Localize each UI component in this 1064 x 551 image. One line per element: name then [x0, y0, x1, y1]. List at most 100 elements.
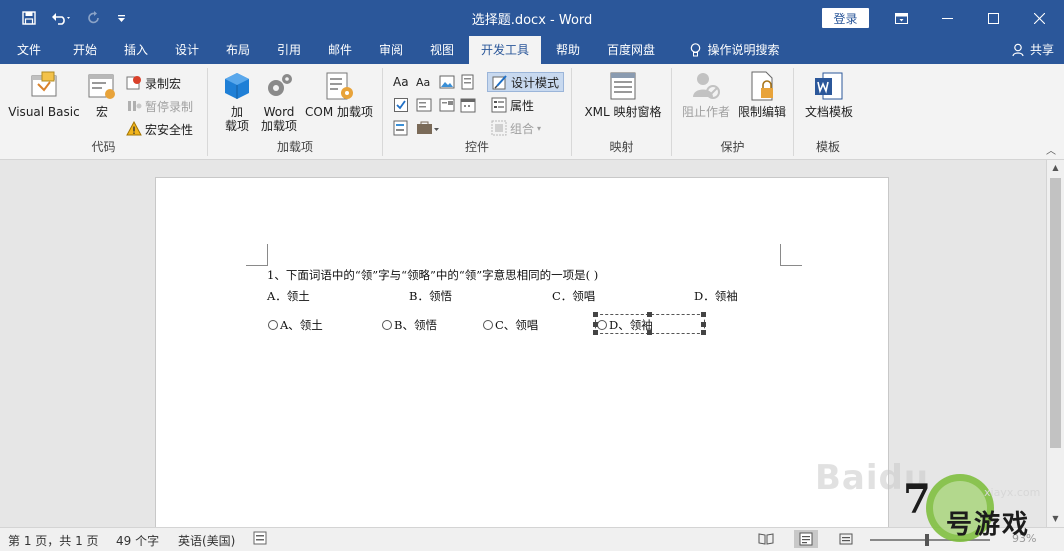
tab-design[interactable]: 设计: [164, 36, 210, 64]
gear-icon: [268, 74, 292, 96]
resize-handle[interactable]: [701, 312, 706, 317]
tab-baidu-netdisk[interactable]: 百度网盘: [598, 36, 664, 64]
block-authors-button[interactable]: 阻止作者: [678, 70, 734, 119]
document-template-button[interactable]: 文档模板: [798, 70, 860, 119]
tab-review[interactable]: 审阅: [368, 36, 414, 64]
picture-control-icon[interactable]: [439, 72, 455, 92]
maximize-icon[interactable]: [970, 0, 1016, 36]
rich-text-control-icon[interactable]: Aa: [393, 72, 409, 92]
group-protect: 阻止作者 限制编辑 保护: [672, 68, 794, 156]
word-count[interactable]: 49 个字: [116, 532, 159, 549]
design-mode-button[interactable]: 设计模式: [487, 72, 565, 92]
properties-label: 属性: [510, 98, 535, 113]
site-url: xiayx.com: [984, 486, 1041, 499]
tab-mailings[interactable]: 邮件: [317, 36, 363, 64]
macro-security-button[interactable]: 宏安全性: [126, 119, 193, 139]
ribbon-display-options-icon[interactable]: [878, 0, 924, 36]
design-mode-label: 设计模式: [511, 75, 560, 90]
pause-recording-label: 暂停录制: [145, 99, 194, 114]
macros-button[interactable]: 宏: [84, 70, 120, 119]
restrict-editing-button[interactable]: 限制编辑: [734, 70, 790, 119]
resize-handle[interactable]: [701, 322, 706, 327]
scroll-thumb[interactable]: [1050, 178, 1061, 448]
undo-icon[interactable]: [48, 8, 76, 28]
resize-handle[interactable]: [593, 322, 598, 327]
print-layout-icon[interactable]: [794, 530, 818, 548]
option-b-text: B．领悟: [409, 289, 452, 303]
save-icon[interactable]: [18, 8, 40, 28]
building-block-control-icon[interactable]: [460, 72, 476, 92]
dropdown-control-icon[interactable]: [439, 95, 455, 115]
radio-circle: [483, 320, 493, 330]
tab-home[interactable]: 开始: [62, 36, 108, 64]
radio-option-a-label: A、领土: [280, 318, 323, 332]
record-macro-label: 录制宏: [145, 76, 182, 91]
repeating-section-control-icon[interactable]: [393, 118, 409, 138]
addins-label-1: 加: [230, 105, 243, 119]
properties-button[interactable]: 属性: [491, 95, 534, 115]
read-mode-icon[interactable]: [754, 530, 778, 548]
tab-insert[interactable]: 插入: [113, 36, 159, 64]
tab-layout[interactable]: 布局: [215, 36, 261, 64]
tab-references[interactable]: 引用: [266, 36, 312, 64]
login-button[interactable]: 登录: [822, 8, 869, 28]
combo-box-control-icon[interactable]: [416, 95, 432, 115]
radio-option-b[interactable]: B、领悟: [382, 317, 437, 333]
resize-handle[interactable]: [593, 312, 598, 317]
radio-option-a[interactable]: A、领土: [268, 317, 323, 333]
document-page[interactable]: 1、下面词语中的“领”字与“领略”中的“领”字意思相同的一项是( ) A．领土 …: [155, 177, 889, 537]
date-picker-control-icon[interactable]: [460, 95, 476, 115]
resize-handle[interactable]: [647, 312, 652, 317]
title-bar: 选择题.docx - Word 登录: [0, 0, 1064, 36]
customize-qat-icon[interactable]: [114, 8, 128, 28]
lightbulb-icon: [691, 42, 701, 56]
resize-handle[interactable]: [647, 330, 652, 335]
xml-mapping-pane-button[interactable]: XML 映射窗格: [580, 70, 666, 119]
tell-me-search[interactable]: 操作说明搜索: [680, 36, 790, 64]
checkbox-control-icon[interactable]: [393, 95, 409, 115]
tab-view[interactable]: 视图: [419, 36, 465, 64]
macro-security-label: 宏安全性: [145, 122, 194, 137]
xml-mapping-label: XML 映射窗格: [584, 105, 662, 119]
plain-text-control-icon[interactable]: Aa: [416, 72, 430, 92]
pause-recording-button[interactable]: 暂停录制: [126, 96, 193, 116]
language[interactable]: 英语(美国): [178, 532, 235, 549]
group-button[interactable]: 组合 ▾: [491, 118, 541, 138]
redo-icon[interactable]: [84, 8, 104, 28]
group-addins-label: 加载项: [276, 140, 313, 154]
word-template-icon: [815, 72, 843, 100]
question-text: 1、下面词语中的“领”字与“领略”中的“领”字意思相同的一项是( ): [267, 268, 599, 282]
addins-button[interactable]: 加 载项: [218, 70, 256, 133]
selected-control-frame[interactable]: [593, 312, 706, 335]
radio-option-c[interactable]: C、领唱: [483, 317, 538, 333]
com-addins-button[interactable]: COM 加载项: [302, 70, 376, 119]
tell-me-label: 操作说明搜索: [707, 43, 780, 57]
word-addins-button[interactable]: Word 加载项: [258, 70, 300, 133]
web-layout-icon[interactable]: [834, 530, 858, 548]
scroll-up-icon[interactable]: ▲: [1047, 160, 1064, 176]
tab-file[interactable]: 文件: [8, 36, 50, 64]
macro-recording-icon[interactable]: [253, 531, 267, 548]
group-icon: [491, 120, 507, 136]
group-addins: 加 载项 Word 加载项 COM 加载项 加载项: [208, 68, 383, 156]
record-macro-button[interactable]: 录制宏: [126, 73, 181, 93]
option-a-text: A．领土: [267, 289, 310, 303]
group-mapping-label: 映射: [609, 140, 634, 154]
group-controls: Aa Aa 设计模式 属性 组合 ▾ 控件: [383, 68, 572, 156]
radio-circle: [382, 320, 392, 330]
share-button[interactable]: 共享: [1012, 36, 1054, 64]
page-count[interactable]: 第 1 页，共 1 页: [8, 532, 99, 549]
tab-help[interactable]: 帮助: [545, 36, 591, 64]
visual-basic-button[interactable]: Visual Basic: [8, 70, 80, 119]
brand-name: 号游戏: [946, 510, 1031, 540]
collapse-ribbon-icon[interactable]: ︿: [1046, 142, 1056, 157]
resize-handle[interactable]: [593, 330, 598, 335]
share-label: 共享: [1029, 43, 1054, 57]
minimize-icon[interactable]: [924, 0, 970, 36]
macros-label: 宏: [95, 105, 108, 119]
tab-developer[interactable]: 开发工具: [469, 36, 541, 64]
ribbon: Visual Basic 宏 录制宏 暂停录制 宏安全性 代码 加 载项 Wor…: [0, 64, 1064, 160]
legacy-tools-icon[interactable]: [416, 118, 440, 138]
close-icon[interactable]: [1016, 0, 1062, 36]
resize-handle[interactable]: [701, 330, 706, 335]
